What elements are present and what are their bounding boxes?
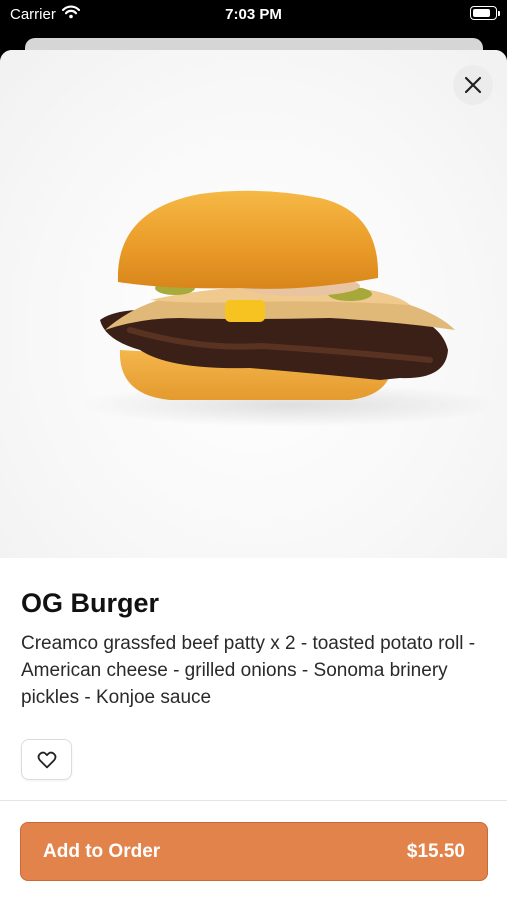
- add-to-order-label: Add to Order: [43, 840, 161, 862]
- divider: [0, 800, 507, 801]
- add-to-order-button[interactable]: Add to Order $15.50: [20, 822, 488, 881]
- battery-icon: [470, 6, 500, 20]
- burger-photo: [80, 190, 500, 427]
- favorite-button[interactable]: [21, 739, 72, 780]
- item-title: OG Burger: [21, 588, 160, 618]
- item-detail-sheet: OG Burger Creamco grassfed beef patty x …: [0, 50, 507, 900]
- item-description: Creamco grassfed beef patty x 2 - toaste…: [21, 633, 476, 708]
- item-price: $15.50: [406, 840, 465, 862]
- clock: 7:03 PM: [225, 6, 282, 23]
- close-icon: [464, 76, 482, 94]
- heart-outline-icon: [37, 751, 56, 768]
- status-bar: Carrier 7:03 PM: [0, 0, 507, 30]
- close-button[interactable]: [453, 65, 493, 105]
- item-image: [0, 50, 507, 558]
